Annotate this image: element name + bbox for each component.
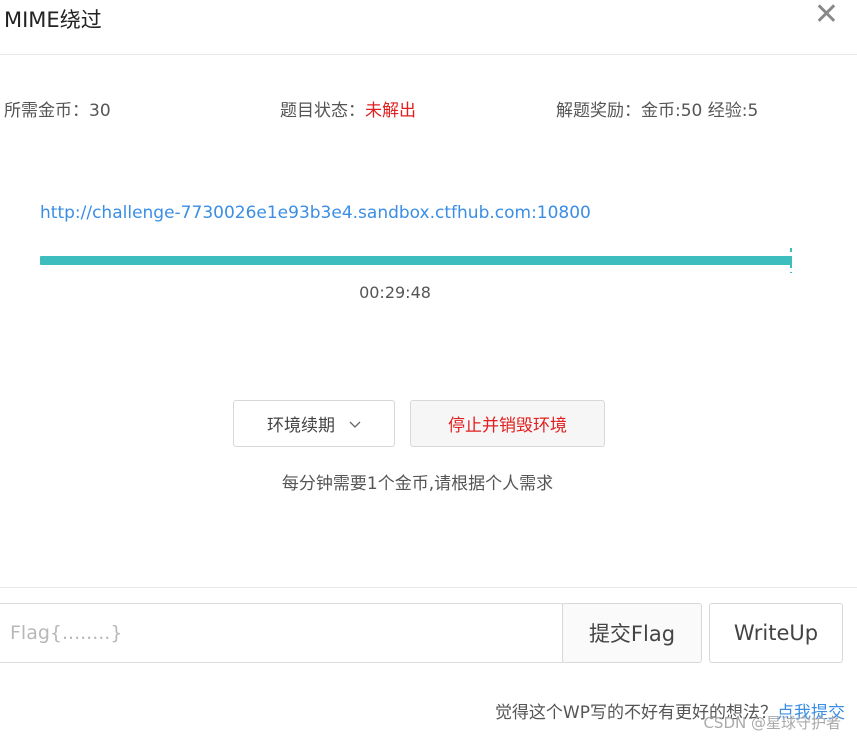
renew-label: 环境续期 [267,416,335,436]
renew-environment-dropdown[interactable]: 环境续期 [233,400,395,447]
status-label: 题目状态： [280,101,365,121]
cost-note: 每分钟需要1个金币,请根据个人需求 [281,474,554,494]
progress-bar-end-marker [790,248,792,273]
cost-info: 所需金币：30 [4,101,111,121]
close-icon[interactable]: ✕ [814,0,839,30]
chevron-down-icon [349,414,361,434]
time-progress-bar [40,256,792,265]
stop-destroy-environment-button[interactable]: 停止并销毁环境 [410,400,605,447]
challenge-url-link[interactable]: http://challenge-7730026e1e93b3e4.sandbo… [40,203,591,223]
section-divider [0,587,857,588]
status-value: 未解出 [365,101,416,121]
dialog-title: MIME绕过 [4,8,102,32]
writeup-button[interactable]: WriteUp [709,603,843,663]
countdown-timer: 00:29:48 [359,283,431,302]
csdn-watermark: CSDN @星球守护者 [703,714,841,732]
submit-flag-button[interactable]: 提交Flag [562,603,702,663]
reward-info: 解题奖励：金币:50 经验:5 [556,101,759,121]
flag-input[interactable] [0,603,563,663]
header-divider [0,54,857,55]
status-info: 题目状态：未解出 [280,96,416,121]
